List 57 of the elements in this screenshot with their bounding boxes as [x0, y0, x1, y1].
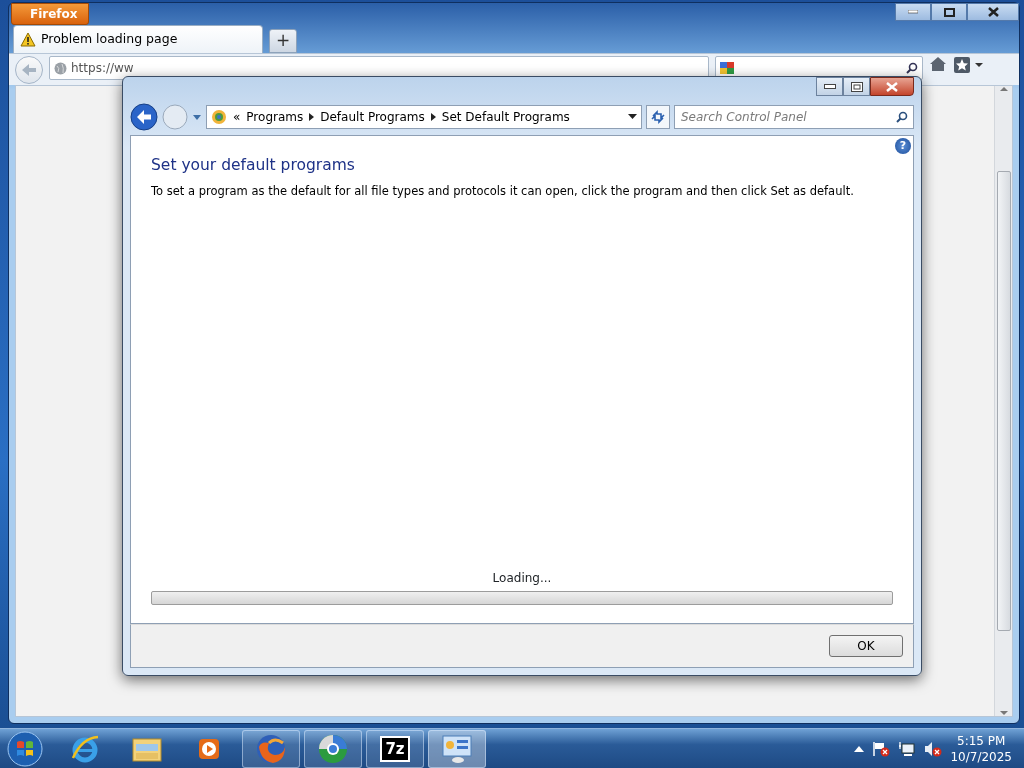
breadcrumb-item[interactable]: Default Programs [320, 108, 425, 126]
chevron-icon[interactable] [430, 113, 436, 121]
taskbar-button[interactable]: 7z [366, 729, 424, 768]
scroll-down-icon[interactable] [999, 710, 1008, 716]
maximize-button[interactable] [843, 77, 870, 96]
start-button[interactable] [7, 730, 43, 767]
browser-tab[interactable]: Problem loading page [13, 25, 263, 53]
search-engine-icon[interactable] [720, 62, 734, 74]
media-player-icon [197, 736, 221, 761]
back-button[interactable] [130, 103, 158, 131]
back-arrow-icon [22, 64, 36, 76]
maximize-button[interactable] [931, 3, 967, 21]
archive-icon: 7z [380, 735, 410, 762]
warning-icon [20, 32, 36, 47]
help-icon[interactable]: ? [895, 138, 911, 154]
taskbar-button[interactable] [304, 729, 362, 768]
refresh-button[interactable] [646, 105, 670, 129]
dropdown-icon[interactable] [628, 114, 637, 120]
breadcrumb-item[interactable]: Set Default Programs [441, 108, 570, 126]
home-icon[interactable] [929, 56, 947, 72]
taskbar-button[interactable] [242, 729, 300, 768]
flag-error-icon[interactable] [872, 740, 891, 757]
minimize-icon [823, 84, 836, 89]
new-tab-button[interactable]: + [269, 29, 297, 53]
breadcrumb-overflow-button[interactable]: « [233, 108, 241, 126]
firefox-icon [255, 732, 287, 765]
search-icon [896, 111, 908, 123]
browser-orb-icon [317, 732, 349, 765]
bookmarks-icon[interactable] [953, 56, 985, 74]
network-icon[interactable] [898, 740, 917, 757]
ok-button[interactable]: OK [829, 635, 903, 657]
description-text: To set a program as the default for all file types and protocols it can open, click the program and then click Set as default. [151, 182, 855, 200]
breadcrumb-item[interactable]: Programs [246, 108, 304, 126]
show-hidden-icons-button[interactable] [854, 745, 865, 752]
minimize-icon [908, 10, 918, 14]
maximize-icon [850, 81, 863, 92]
close-icon [987, 7, 999, 17]
search-field[interactable]: Search Control Panel [674, 105, 914, 129]
chevron-icon[interactable] [309, 113, 315, 121]
control-panel-icon [211, 109, 227, 125]
search-icon [906, 62, 918, 74]
clock[interactable]: 5:15 PM 10/7/2025 [950, 732, 1012, 765]
speaker-muted-icon[interactable] [924, 740, 943, 757]
url-text: https://ww [71, 61, 134, 75]
close-button[interactable] [967, 3, 1019, 21]
scrollbar[interactable] [994, 86, 1012, 716]
maximize-icon [943, 7, 955, 17]
minimize-button[interactable] [816, 77, 843, 96]
address-bar[interactable]: « Programs Default Programs Set Default Programs [206, 105, 642, 129]
close-icon [886, 81, 898, 92]
close-button[interactable] [870, 77, 914, 96]
globe-icon [54, 61, 67, 75]
browser-e-icon [70, 733, 100, 764]
history-dropdown-icon[interactable] [192, 113, 202, 121]
loading-text: Loading... [492, 571, 552, 585]
control-panel-icon [441, 733, 473, 764]
heading: Set your default programs [151, 156, 356, 175]
